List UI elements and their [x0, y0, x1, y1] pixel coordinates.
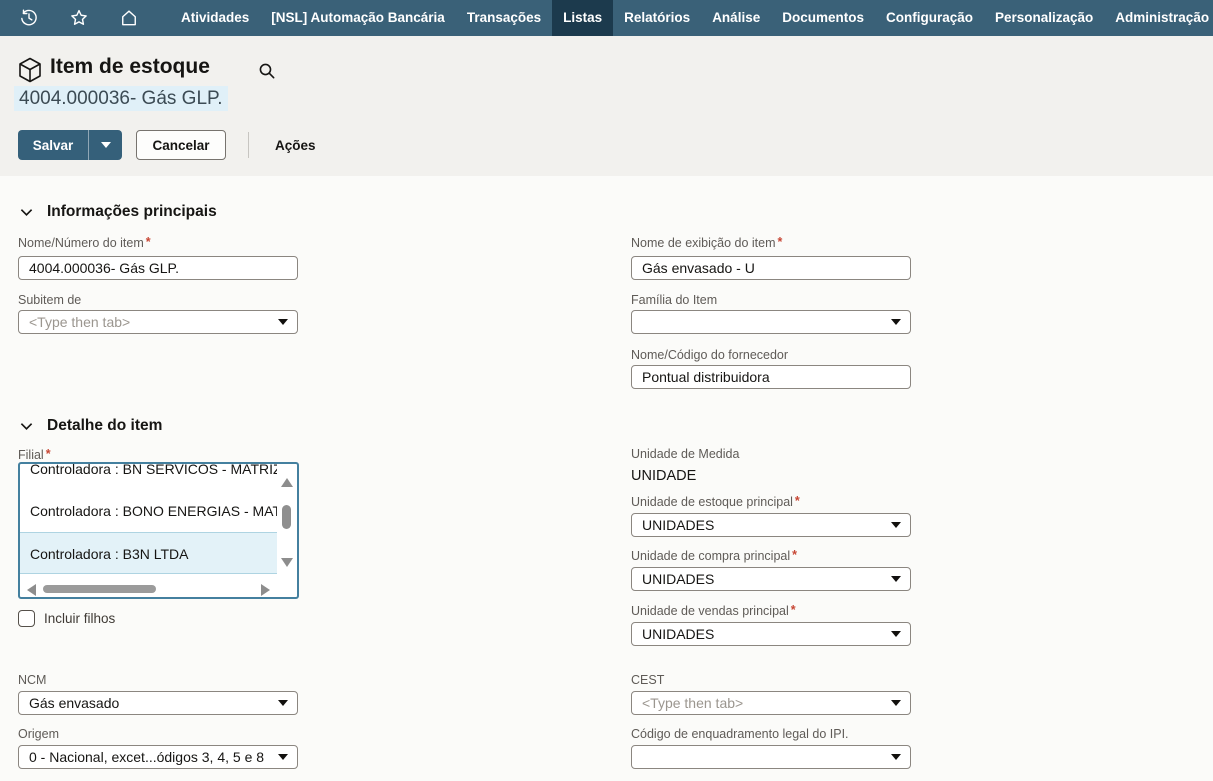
dropdown-caret-icon — [891, 754, 901, 760]
list-item-selected[interactable]: Controladora : B3N LTDA — [20, 532, 277, 574]
checkbox-label: Incluir filhos — [44, 611, 115, 626]
filial-multiselect[interactable]: Controladora : BN SERVICOS - MATRIZ Cont… — [18, 462, 299, 599]
dropdown-caret-icon — [278, 319, 288, 325]
chevron-down-icon — [101, 142, 111, 148]
label-origem: Origem — [18, 727, 59, 741]
label-nome-numero-item: Nome/Número do item* — [18, 236, 151, 250]
label-ncm: NCM — [18, 673, 46, 687]
label-codigo-enquadramento-ipi: Código de enquadramento legal do IPI. — [631, 727, 849, 741]
dropdown-caret-icon — [278, 754, 288, 760]
dropdown-caret-icon — [891, 319, 901, 325]
label-unidade-vendas-principal: Unidade de vendas principal* — [631, 604, 796, 618]
label-cest: CEST — [631, 673, 664, 687]
required-asterisk: * — [778, 235, 783, 249]
top-nav: Atividades [NSL] Automação Bancária Tran… — [0, 0, 1213, 36]
star-icon[interactable] — [68, 7, 90, 29]
dropdown-caret-icon — [891, 700, 901, 706]
scroll-down-icon[interactable] — [281, 558, 293, 567]
subitem-de-dropdown[interactable]: <Type then tab> — [18, 310, 298, 334]
section-title: Informações principais — [47, 203, 217, 221]
horizontal-scrollbar[interactable] — [20, 581, 277, 597]
nav-item-documentos[interactable]: Documentos — [771, 0, 875, 36]
checkbox-unchecked-icon[interactable] — [18, 610, 35, 627]
section-title: Detalhe do item — [47, 417, 162, 435]
required-asterisk: * — [791, 603, 796, 617]
dropdown-caret-icon — [891, 631, 901, 637]
required-asterisk: * — [46, 447, 51, 461]
unidade-de-medida-value: UNIDADE — [631, 468, 696, 484]
chevron-down-icon — [20, 422, 33, 431]
cancel-button[interactable]: Cancelar — [136, 130, 226, 160]
codigo-enquadramento-ipi-dropdown[interactable] — [631, 745, 911, 769]
nav-item-personalizacao[interactable]: Personalização — [984, 0, 1104, 36]
unidade-estoque-principal-dropdown[interactable]: UNIDADES — [631, 513, 911, 537]
required-asterisk: * — [795, 494, 800, 508]
label-familia-do-item: Família do Item — [631, 293, 717, 307]
nav-item-relatorios[interactable]: Relatórios — [613, 0, 701, 36]
history-icon[interactable] — [18, 7, 40, 29]
nav-item-administracao[interactable]: Administração d — [1104, 0, 1213, 36]
required-asterisk: * — [792, 548, 797, 562]
nav-item-configuracao[interactable]: Configuração — [875, 0, 984, 36]
filial-options: Controladora : BN SERVICOS - MATRIZ Cont… — [20, 464, 277, 581]
vertical-scroll-thumb[interactable] — [282, 505, 291, 529]
nav-item-analise[interactable]: Análise — [701, 0, 771, 36]
label-nome-exibicao-item: Nome de exibição do item* — [631, 236, 782, 250]
page-title: Item de estoque — [50, 55, 210, 79]
label-nome-codigo-fornecedor: Nome/Código do fornecedor — [631, 348, 788, 362]
nome-numero-item-input[interactable] — [18, 256, 298, 280]
action-button-row: Salvar Cancelar Ações — [18, 130, 316, 160]
dropdown-caret-icon — [278, 700, 288, 706]
scroll-up-icon[interactable] — [281, 478, 293, 487]
nav-item-transacoes[interactable]: Transações — [456, 0, 552, 36]
dropdown-caret-icon — [891, 522, 901, 528]
save-button[interactable]: Salvar — [18, 130, 88, 160]
nav-item-nsl-automacao-bancaria[interactable]: [NSL] Automação Bancária — [260, 0, 456, 36]
scroll-right-icon[interactable] — [261, 584, 270, 596]
origem-dropdown[interactable]: 0 - Nacional, excet...ódigos 3, 4, 5 e 8 — [18, 745, 298, 769]
chevron-down-icon — [20, 208, 33, 217]
nome-exibicao-item-input[interactable] — [631, 256, 911, 280]
horizontal-scroll-thumb[interactable] — [43, 585, 156, 593]
list-item[interactable]: Controladora : BN SERVICOS - MATRIZ — [20, 464, 277, 490]
cest-dropdown[interactable]: <Type then tab> — [631, 691, 911, 715]
label-unidade-compra-principal: Unidade de compra principal* — [631, 549, 797, 563]
unidade-compra-principal-dropdown[interactable]: UNIDADES — [631, 567, 911, 591]
familia-do-item-dropdown[interactable] — [631, 310, 911, 334]
nav-item-listas[interactable]: Listas — [552, 0, 613, 36]
label-subitem-de: Subitem de — [18, 293, 81, 307]
nav-menu: Atividades [NSL] Automação Bancária Tran… — [170, 0, 1213, 36]
unidade-vendas-principal-dropdown[interactable]: UNIDADES — [631, 622, 911, 646]
nav-item-atividades[interactable]: Atividades — [170, 0, 260, 36]
list-item[interactable]: Controladora : BONO ENERGIAS - MAT — [20, 490, 277, 532]
label-filial: Filial* — [18, 448, 51, 462]
package-cube-icon — [18, 57, 42, 83]
form-area: Informações principais Nome/Número do it… — [0, 176, 1213, 781]
button-divider — [248, 132, 249, 158]
section-header-informacoes-principais[interactable]: Informações principais — [20, 203, 217, 221]
label-unidade-estoque-principal: Unidade de estoque principal* — [631, 495, 800, 509]
vertical-scrollbar[interactable] — [277, 464, 297, 581]
section-header-detalhe-do-item[interactable]: Detalhe do item — [20, 417, 162, 435]
incluir-filhos-checkbox-row[interactable]: Incluir filhos — [18, 610, 115, 627]
record-name: 4004.000036- Gás GLP. — [14, 88, 228, 110]
label-unidade-de-medida: Unidade de Medida — [631, 447, 739, 461]
home-icon[interactable] — [118, 7, 140, 29]
scroll-left-icon[interactable] — [27, 584, 36, 596]
nome-codigo-fornecedor-input[interactable] — [631, 365, 911, 389]
actions-menu[interactable]: Ações — [275, 138, 316, 153]
page-header: Item de estoque 4004.000036- Gás GLP. Sa… — [0, 36, 1213, 176]
search-icon[interactable] — [258, 62, 276, 80]
ncm-dropdown[interactable]: Gás envasado — [18, 691, 298, 715]
save-dropdown-button[interactable] — [88, 130, 122, 160]
required-asterisk: * — [146, 235, 151, 249]
dropdown-caret-icon — [891, 576, 901, 582]
